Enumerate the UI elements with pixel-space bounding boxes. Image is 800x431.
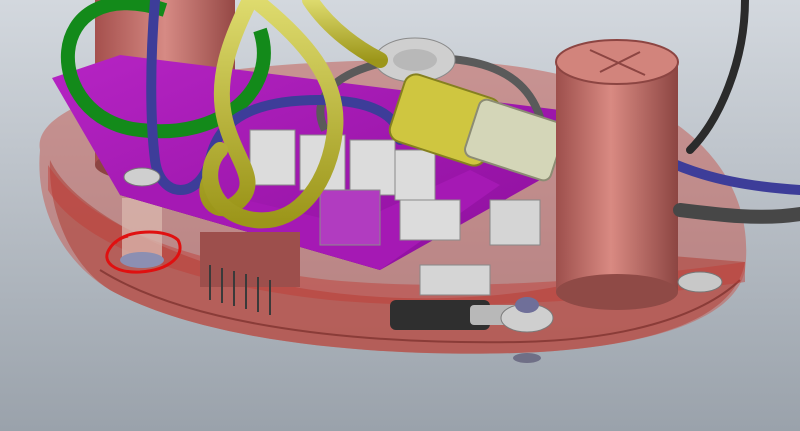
washer-right: [677, 271, 723, 293]
ring-terminal-bottom: [390, 297, 554, 333]
capacitor-right: [555, 39, 679, 310]
cad-scene: [0, 0, 800, 431]
pcb-screw: [123, 167, 161, 187]
cad-viewport[interactable]: [0, 0, 800, 431]
bottom-nut: [513, 353, 541, 363]
